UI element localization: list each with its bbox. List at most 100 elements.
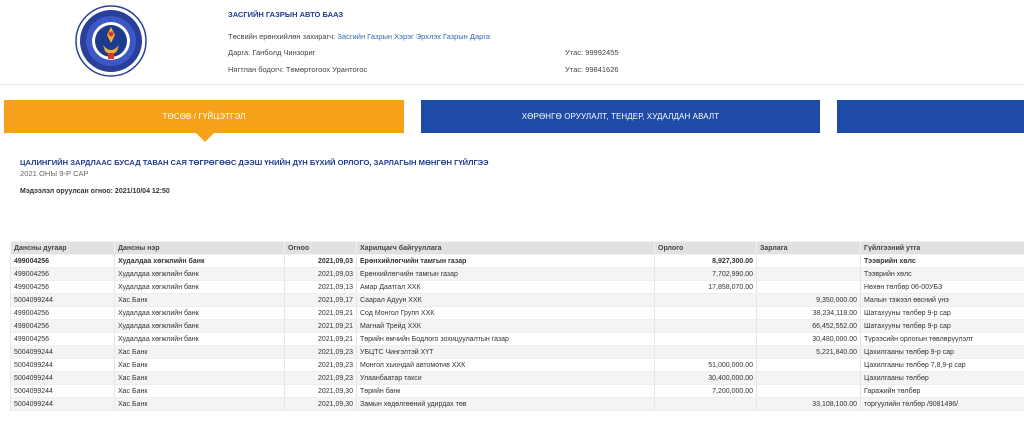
cell-counterparty: Сод Монгол Групп ХХК bbox=[356, 306, 655, 320]
cell-account-name: Хас Банк bbox=[114, 371, 285, 385]
cell-description: Тээврийн хөлс bbox=[860, 254, 1024, 268]
cell-account-name: Худалдаа хөгжлийн банк bbox=[114, 254, 285, 268]
cell-account-name: Хас Банк bbox=[114, 397, 285, 411]
cell-account-name: Худалдаа хөгжлийн банк bbox=[114, 306, 285, 320]
cell-income bbox=[654, 293, 757, 307]
cell-income: 7,702,990.00 bbox=[654, 267, 757, 281]
cell-counterparty: Монгол хьюндай автомотив ХХК bbox=[356, 358, 655, 372]
table-row: 499004256 Худалдаа хөгжлийн банк 2021,09,1… bbox=[10, 280, 1024, 294]
cell-account-number: 5004099244 bbox=[10, 371, 115, 385]
col-income[interactable]: Орлого bbox=[654, 241, 757, 255]
cell-account-name: Худалдаа хөгжлийн банк bbox=[114, 267, 285, 281]
table-row: 499004256 Худалдаа хөгжлийн банк 2021,09,2… bbox=[10, 319, 1024, 333]
cell-date: 2021,09,13 bbox=[284, 280, 357, 294]
cell-counterparty: УБЦТС Чингэлтэй ХҮТ bbox=[356, 345, 655, 359]
cell-counterparty: Ерөнхийлөгчийн тамгын газар bbox=[356, 254, 655, 268]
table-row: 5004099244 Хас Банк 2021,09,23 УБЦТС Чингэл… bbox=[10, 345, 1024, 359]
cell-expense bbox=[756, 280, 861, 294]
table-row: 499004256 Худалдаа хөгжлийн банк 2021,09,2… bbox=[10, 332, 1024, 346]
cell-date: 2021,09,23 bbox=[284, 358, 357, 372]
cell-date: 2021,09,23 bbox=[284, 345, 357, 359]
cell-description: Тээврийн хөлс bbox=[860, 267, 1024, 281]
cell-counterparty: Амар Даатгал ХХК bbox=[356, 280, 655, 294]
cell-account-number: 499004256 bbox=[10, 306, 115, 320]
report-title: ЦАЛИНГИЙН ЗАРДЛААС БУСАД ТАВАН САЯ ТӨГРӨ… bbox=[20, 158, 489, 167]
cell-account-number: 5004099244 bbox=[10, 345, 115, 359]
cell-income: 17,858,070.00 bbox=[654, 280, 757, 294]
cell-date: 2021,09,21 bbox=[284, 332, 357, 346]
cell-expense bbox=[756, 384, 861, 398]
cell-date: 2021,09,21 bbox=[284, 306, 357, 320]
manager-row: Төсвийн ерөнхийлөн захирагч: Засгийн Газ… bbox=[228, 32, 490, 41]
cell-counterparty: Төрийн өмчийн Бодлого зохицуулалтын газа… bbox=[356, 332, 655, 346]
cell-account-number: 5004099244 bbox=[10, 384, 115, 398]
col-date[interactable]: Огноо bbox=[284, 241, 357, 255]
cell-income bbox=[654, 397, 757, 411]
cell-account-name: Хас Банк bbox=[114, 384, 285, 398]
tab-more[interactable] bbox=[837, 100, 1024, 133]
tab-investment-tender[interactable]: ХӨРӨНГӨ ОРУУЛАЛТ, ТЕНДЕР, ХУДАЛДАН АВАЛТ bbox=[421, 100, 820, 133]
cell-account-number: 499004256 bbox=[10, 332, 115, 346]
table-row: 5004099244 Хас Банк 2021,09,23 Улаанбаатар … bbox=[10, 371, 1024, 385]
cell-account-number: 5004099244 bbox=[10, 358, 115, 372]
cell-date: 2021,09,03 bbox=[284, 254, 357, 268]
cell-account-name: Худалдаа хөгжлийн банк bbox=[114, 319, 285, 333]
col-counterparty[interactable]: Харилцагч байгууллага bbox=[356, 241, 655, 255]
col-description[interactable]: Гүйлгээний утга bbox=[860, 241, 1024, 255]
cell-income: 30,400,000.00 bbox=[654, 371, 757, 385]
cell-expense: 66,452,552.00 bbox=[756, 319, 861, 333]
cell-date: 2021,09,21 bbox=[284, 319, 357, 333]
cell-description: Шатахууны төлбөр 9-р сар bbox=[860, 306, 1024, 320]
accountant-phone: Утас: 99841626 bbox=[565, 65, 619, 74]
director-phone: Утас: 99992455 bbox=[565, 48, 619, 57]
cell-account-number: 499004256 bbox=[10, 280, 115, 294]
table-row: 499004256 Худалдаа хөгжлийн банк 2021,09,0… bbox=[10, 267, 1024, 281]
manager-label: Төсвийн ерөнхийлөн захирагч: bbox=[228, 32, 336, 41]
cell-description: Гаражийн төлбөр bbox=[860, 384, 1024, 398]
table-row: 5004099244 Хас Банк 2021,09,23 Монгол хьюнд… bbox=[10, 358, 1024, 372]
cell-description: Нөхөн төлбөр 06-00УБЗ bbox=[860, 280, 1024, 294]
col-account-number[interactable]: Дансны дугаар bbox=[10, 241, 115, 255]
cell-counterparty: Замын хөдөлгөөний удирдах төв bbox=[356, 397, 655, 411]
state-emblem-icon bbox=[75, 5, 147, 77]
cell-account-name: Худалдаа хөгжлийн банк bbox=[114, 280, 285, 294]
tab-budget-performance[interactable]: ТӨСӨВ / ГҮЙЦЭТГЭЛ bbox=[4, 100, 404, 142]
table-row: 499004256 Худалдаа хөгжлийн банк 2021,09,2… bbox=[10, 306, 1024, 320]
transactions-table: Дансны дугаар Дансны нэр Огноо Харилцагч… bbox=[10, 241, 1024, 411]
manager-value[interactable]: Засгийн Газрын Хэрэг Эрхлэх Газрын Дарга bbox=[337, 32, 490, 41]
table-row: 499004256 Худалдаа хөгжлийн банк 2021,09,0… bbox=[10, 254, 1024, 268]
cell-expense bbox=[756, 358, 861, 372]
cell-income bbox=[654, 306, 757, 320]
cell-description: торгуулийн төлбөр /9081496/ bbox=[860, 397, 1024, 411]
cell-account-name: Хас Банк bbox=[114, 293, 285, 307]
cell-account-name: Хас Банк bbox=[114, 358, 285, 372]
org-name: ЗАСГИЙН ГАЗРЫН АВТО БААЗ bbox=[228, 10, 344, 19]
cell-date: 2021,09,30 bbox=[284, 384, 357, 398]
cell-description: Түрээсийн орлогын төвлөрүүлэлт bbox=[860, 332, 1024, 346]
cell-expense: 33,108,100.00 bbox=[756, 397, 861, 411]
cell-expense bbox=[756, 254, 861, 268]
director-name: Дарга: Ганболд Чинзориг bbox=[228, 48, 316, 57]
cell-account-number: 5004099244 bbox=[10, 293, 115, 307]
cell-income bbox=[654, 332, 757, 346]
section-tabs: ТӨСӨВ / ГҮЙЦЭТГЭЛ ХӨРӨНГӨ ОРУУЛАЛТ, ТЕНД… bbox=[0, 100, 1024, 144]
table-row: 5004099244 Хас Банк 2021,09,30 Замын хөдөлг… bbox=[10, 397, 1024, 411]
cell-expense: 30,480,000.00 bbox=[756, 332, 861, 346]
cell-counterparty: Улаанбаатар такси bbox=[356, 371, 655, 385]
cell-date: 2021,09,23 bbox=[284, 371, 357, 385]
accountant-name: Нягтлан бодогч: Төмөртогоох Урантогос bbox=[228, 65, 368, 74]
cell-counterparty: Ерөнхийлөгчийн тамгын газар bbox=[356, 267, 655, 281]
cell-account-name: Хас Банк bbox=[114, 345, 285, 359]
cell-income bbox=[654, 345, 757, 359]
cell-account-number: 499004256 bbox=[10, 319, 115, 333]
cell-expense: 5,221,840.00 bbox=[756, 345, 861, 359]
cell-account-number: 499004256 bbox=[10, 267, 115, 281]
col-expense[interactable]: Зарлага bbox=[756, 241, 861, 255]
cell-date: 2021,09,03 bbox=[284, 267, 357, 281]
cell-description: Малын тэжээл өвсний үнэ bbox=[860, 293, 1024, 307]
col-account-name[interactable]: Дансны нэр bbox=[114, 241, 285, 255]
cell-expense: 38,234,118.00 bbox=[756, 306, 861, 320]
cell-counterparty: Төрийн банк bbox=[356, 384, 655, 398]
cell-description: Шатахууны төлбөр 9-р сар bbox=[860, 319, 1024, 333]
cell-account-name: Худалдаа хөгжлийн банк bbox=[114, 332, 285, 346]
